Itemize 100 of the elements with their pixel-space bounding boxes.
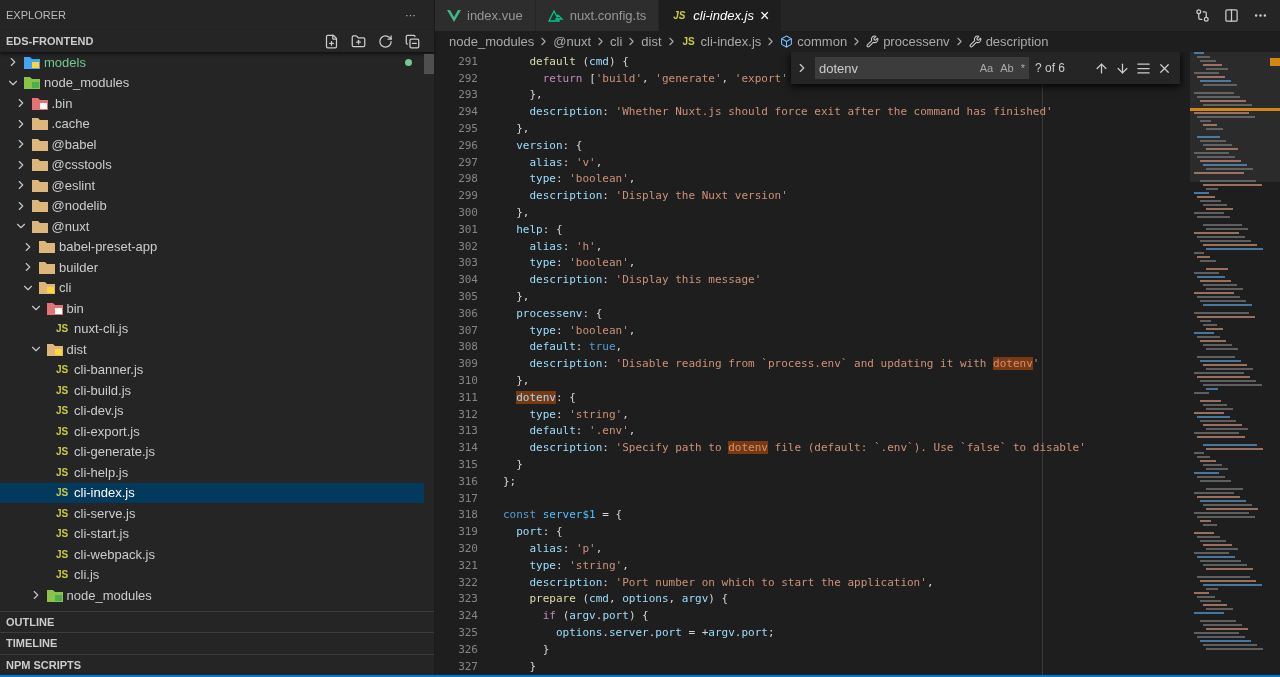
tree-item[interactable]: JS cli-index.js: [0, 482, 424, 503]
tree-item[interactable]: JS cli-generate.js: [0, 441, 424, 462]
code-line: const server$1 = {: [503, 508, 623, 522]
code-line: return ['build', 'generate', 'export': [541, 71, 788, 85]
code-line: default: true,: [528, 340, 623, 354]
js-file-icon: JS: [54, 405, 70, 417]
folder-icon: [46, 588, 63, 602]
code-line: default (cmd) {: [528, 54, 629, 68]
panel-header[interactable]: OUTLINE: [0, 610, 434, 632]
js-file-icon: JS: [54, 364, 70, 376]
line-number: 299: [457, 189, 478, 203]
breadcrumb[interactable]: cli: [610, 34, 623, 49]
tree-item[interactable]: JS cli-dev.js: [0, 400, 424, 421]
search-option-button[interactable]: Aa: [979, 62, 994, 74]
tree-item[interactable]: JS cli-export.js: [0, 421, 424, 442]
wrench-icon: [968, 35, 982, 48]
line-number: 291: [457, 54, 478, 68]
tree-item[interactable]: JS cli.js: [0, 564, 424, 585]
js-file-icon: JS: [680, 36, 697, 47]
split-editor-icon[interactable]: [1224, 8, 1239, 23]
tree-item[interactable]: JS cli-start.js: [0, 523, 424, 544]
new-folder-icon[interactable]: [351, 33, 366, 49]
line-number: 306: [457, 306, 478, 320]
tree-item[interactable]: JS cli-webpack.js: [0, 544, 424, 565]
line-number: 304: [457, 273, 478, 287]
line-number: 324: [457, 609, 478, 623]
js-file-icon: JS: [54, 487, 70, 499]
tree-item[interactable]: JS cli-serve.js: [0, 503, 424, 524]
tree-item[interactable]: models: [0, 52, 424, 73]
code-line: alias: 'v',: [528, 155, 603, 169]
search-option-button[interactable]: *: [1020, 62, 1025, 74]
editor-tab[interactable]: index.vue: [435, 0, 536, 31]
search-option-button[interactable]: Ab: [1000, 62, 1014, 74]
js-file-icon: JS: [54, 323, 70, 335]
line-number: 317: [457, 491, 478, 505]
line-number: 313: [457, 424, 478, 438]
line-number: 316: [457, 474, 478, 488]
code-line: description: 'Disable reading from `process.env` and updating it with dotenv': [528, 357, 1040, 371]
line-number: 309: [457, 357, 478, 371]
compare-icon[interactable]: [1195, 8, 1210, 23]
tree-item[interactable]: JS nuxt-cli.js: [0, 318, 424, 339]
editor-tab[interactable]: nuxt.config.ts: [535, 0, 660, 31]
js-file-icon: JS: [54, 548, 70, 560]
find-field[interactable]: dotenv Aa Ab *: [815, 57, 1029, 79]
explorer-title: EXPLORER: [6, 9, 66, 21]
tree-item[interactable]: @babel: [0, 134, 424, 155]
next-match-icon[interactable]: [1115, 60, 1130, 76]
breadcrumb[interactable]: JS cli-index.js: [680, 34, 762, 49]
tree-item[interactable]: @nuxt: [0, 216, 424, 237]
code-line: description: 'Display this message': [528, 273, 762, 287]
code-line: type: 'string',: [528, 558, 629, 572]
line-number: 312: [457, 407, 478, 421]
tree-item[interactable]: .cache: [0, 113, 424, 134]
breadcrumb[interactable]: node_modules: [449, 34, 535, 49]
tree-item[interactable]: @nodelib: [0, 195, 424, 216]
line-number: 319: [457, 525, 478, 539]
tree-item[interactable]: babel-preset-app: [0, 236, 424, 257]
tree-item[interactable]: node_modules: [0, 72, 424, 93]
js-file-icon: JS: [54, 528, 70, 540]
tree-item[interactable]: bin: [0, 298, 424, 319]
find-in-selection-icon[interactable]: [1136, 60, 1151, 76]
close-button[interactable]: ×: [759, 6, 770, 25]
code-line: default: '.env',: [528, 424, 636, 438]
panel-header[interactable]: TIMELINE: [0, 632, 434, 654]
tree-item[interactable]: @eslint: [0, 175, 424, 196]
tree-item[interactable]: @csstools: [0, 154, 424, 175]
panel-header[interactable]: NPM SCRIPTS: [0, 653, 434, 675]
tree-item[interactable]: JS cli-banner.js: [0, 359, 424, 380]
new-file-icon[interactable]: [324, 33, 339, 49]
breadcrumb[interactable]: description: [968, 34, 1049, 49]
folder-icon: [46, 342, 63, 356]
line-number: 322: [457, 575, 478, 589]
tree-item[interactable]: .bin: [0, 93, 424, 114]
code-line: },: [515, 290, 530, 304]
tree-item[interactable]: dist: [0, 339, 424, 360]
line-number: 300: [457, 206, 478, 220]
breadcrumb[interactable]: common: [780, 34, 848, 49]
collapse-icon[interactable]: [405, 33, 420, 49]
line-number: 314: [457, 441, 478, 455]
more-button[interactable]: ···: [405, 9, 416, 21]
tree-item[interactable]: JS cli-help.js: [0, 462, 424, 483]
folder-icon: [31, 178, 48, 192]
line-number: 298: [457, 172, 478, 186]
folder-icon: [31, 158, 48, 172]
tree-item[interactable]: JS cli-build.js: [0, 380, 424, 401]
js-file-icon: JS: [54, 446, 70, 458]
tree-item[interactable]: cli: [0, 277, 424, 298]
folder-icon: [24, 76, 40, 90]
refresh-icon[interactable]: [378, 33, 393, 49]
tree-item[interactable]: builder: [0, 257, 424, 278]
breadcrumb[interactable]: @nuxt: [553, 34, 592, 49]
line-number: 323: [457, 592, 478, 606]
folder-icon: [31, 117, 48, 131]
match-count: ? of 6: [1035, 61, 1067, 75]
tree-item[interactable]: node_modules: [0, 585, 424, 606]
line-number: 292: [457, 71, 478, 85]
breadcrumb[interactable]: processenv: [866, 34, 950, 49]
previous-match-icon[interactable]: [1094, 60, 1109, 76]
breadcrumb[interactable]: dist: [641, 34, 662, 49]
editor-tab[interactable]: JS cli-index.js ×: [659, 0, 783, 31]
